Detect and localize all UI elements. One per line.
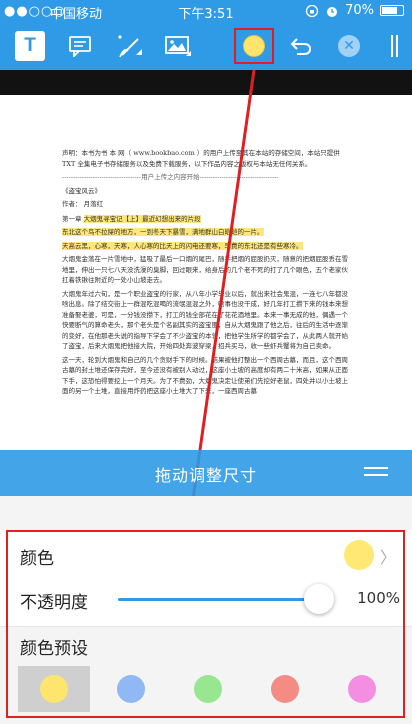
book-author: 作者： 月落红 <box>62 200 104 208</box>
color-preset-swatch[interactable] <box>95 666 167 712</box>
pen-icon <box>118 35 142 58</box>
status-bar: ●●○○○ 中国移动 下午3:51 70% <box>0 0 412 22</box>
document-page[interactable]: 声明：本书为书 本 网（ www.bookbao.com ）的用户上传至其在本站… <box>0 95 412 450</box>
paragraph: 这一天，轮到大烟鬼和自己的几个贪财手下的时候。结果被他打整出一个西周古墓，而且，… <box>62 355 348 396</box>
copyright-notice: 声明：本书为书 本 网（ www.bookbao.com ）的用户上传至其在本站… <box>62 149 340 168</box>
color-preset-dot <box>40 675 68 703</box>
opacity-slider-knob[interactable] <box>304 584 334 614</box>
paragraph-highlighted: 东北这个鸟不拉屎的地方，一到冬天下暴雪，满地群山白皑皑的一片。 <box>62 227 352 238</box>
chevron-right-icon: 〉 <box>379 548 396 567</box>
book-title: 《盗宝风云》 <box>62 186 101 195</box>
color-selection-highlight <box>234 28 274 64</box>
color-icon <box>243 35 265 57</box>
opacity-label: 不透明度 <box>20 593 88 613</box>
annotation-toolbar: T ✕ <box>0 22 412 70</box>
image-tool-button[interactable] <box>160 22 196 70</box>
image-icon <box>165 36 191 56</box>
preset-row: 颜色预设 <box>0 626 412 666</box>
drag-bar-label: 拖动调整尺寸 <box>154 466 257 485</box>
color-preset-dot <box>348 675 376 703</box>
alarm-icon <box>327 6 338 17</box>
content-divider: ------------------------------------用户上传… <box>62 173 279 181</box>
more-icon <box>391 35 398 57</box>
more-button[interactable] <box>385 22 403 70</box>
color-preset-swatch[interactable] <box>18 666 90 712</box>
color-preset-swatch[interactable] <box>172 666 244 712</box>
pen-tool-button[interactable] <box>112 22 148 70</box>
chapter-heading: 第一章 大烟鬼寻宝记【上】最近幻想出来的片段 <box>62 214 201 223</box>
paragraph-highlighted: 天高云黑，心寒，天寒，人心寒的比天上的闪电还要寒，早费的东北还是有些寒冷。 <box>62 241 352 252</box>
rotation-lock-icon <box>305 4 319 17</box>
color-settings-panel: 颜色 〉 不透明度 100% 颜色预设 <box>0 496 412 724</box>
undo-icon <box>290 38 312 55</box>
color-preset-list <box>18 666 398 712</box>
color-preset-dot <box>194 675 222 703</box>
text-tool-button[interactable]: T <box>12 22 48 70</box>
color-label: 颜色 <box>20 549 54 569</box>
highlighted-text[interactable]: 天高云黑，心寒，天寒，人心寒的比天上的闪电还要寒，早费的东北还是有些寒冷。 <box>62 241 303 250</box>
menu-icon[interactable] <box>364 467 388 481</box>
resize-drag-bar[interactable]: 拖动调整尺寸 <box>0 450 412 496</box>
battery-percent: 70% <box>345 3 374 18</box>
opacity-value: 100% <box>357 589 400 607</box>
text-icon: T <box>15 31 45 61</box>
color-picker-button[interactable] <box>234 22 274 70</box>
comment-icon <box>69 36 91 57</box>
highlighted-text[interactable]: 大烟鬼寻宝记【上】最近幻想出来的片段 <box>83 214 201 223</box>
close-button[interactable]: ✕ <box>336 22 362 70</box>
paragraph: 大烟鬼年过六旬，是一个职业盗宝的行家，从八年小学毕业以后，就出来社会鬼混，一连七… <box>62 289 348 351</box>
opacity-row: 不透明度 100% <box>0 574 412 627</box>
current-color-swatch <box>344 540 374 570</box>
preset-label: 颜色预设 <box>20 639 88 659</box>
color-preset-dot <box>117 675 145 703</box>
page-top-margin <box>0 70 412 95</box>
battery-icon <box>380 5 404 16</box>
opacity-slider-track[interactable] <box>118 598 328 601</box>
color-preset-swatch[interactable] <box>326 666 398 712</box>
undo-button[interactable] <box>285 22 317 70</box>
highlighted-text[interactable]: 东北这个鸟不拉屎的地方，一到冬天下暴雪，满地群山白皑皑的一片。 <box>62 228 264 236</box>
comment-tool-button[interactable] <box>62 22 98 70</box>
color-preset-dot <box>271 675 299 703</box>
close-icon: ✕ <box>338 35 360 57</box>
color-preset-swatch[interactable] <box>249 666 321 712</box>
paragraph: 大烟鬼金落在一片雪地中，猛吸了最后一口烟的尾巴，随手把烟的屁股扔灭，随意的把烟屁… <box>62 255 348 284</box>
